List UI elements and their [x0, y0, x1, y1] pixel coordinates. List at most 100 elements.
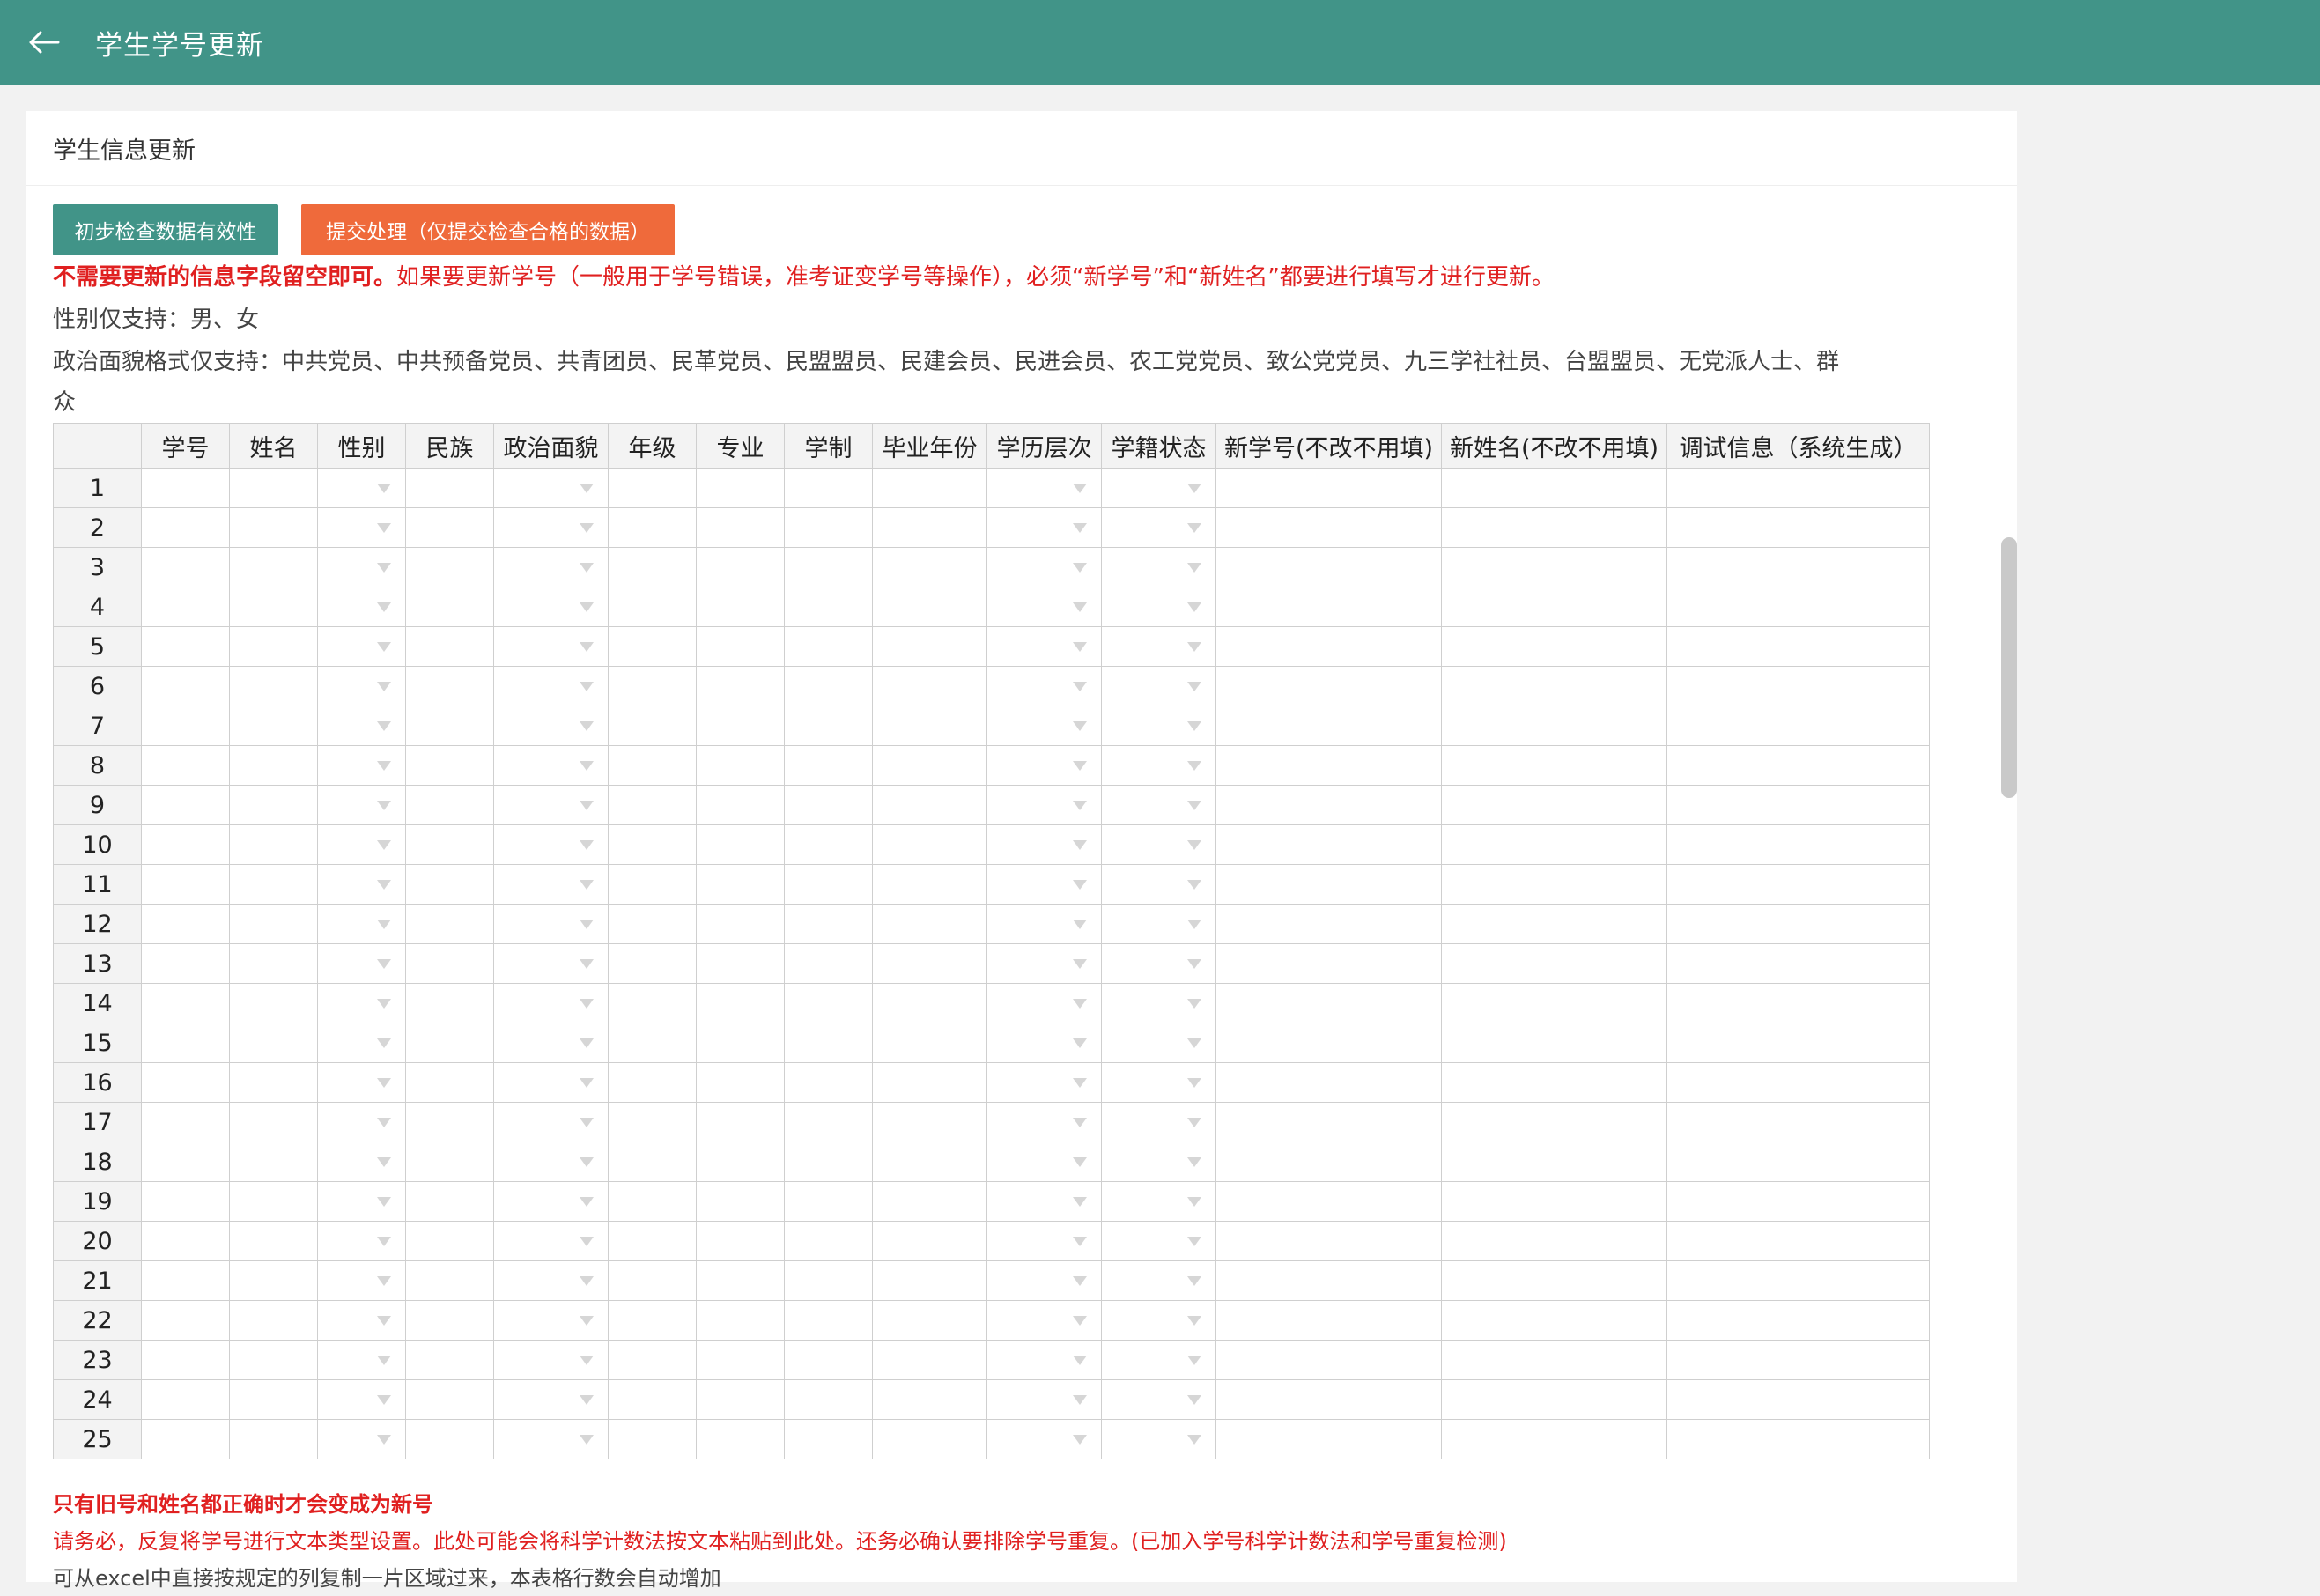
dropdown-arrow-icon[interactable]	[1073, 959, 1087, 969]
table-cell[interactable]	[1666, 864, 1930, 905]
dropdown-arrow-icon[interactable]	[1187, 1157, 1201, 1167]
table-cell[interactable]	[405, 785, 494, 825]
table-cell[interactable]	[1215, 904, 1442, 944]
table-cell[interactable]	[608, 706, 697, 746]
table-cell[interactable]	[608, 1023, 697, 1063]
table-cell[interactable]	[784, 1102, 873, 1142]
dropdown-arrow-icon[interactable]	[1073, 920, 1087, 929]
table-cell[interactable]	[1666, 666, 1930, 706]
table-cell[interactable]	[1441, 587, 1667, 627]
dropdown-cell[interactable]	[1101, 468, 1216, 508]
table-cell[interactable]	[405, 1023, 494, 1063]
table-cell[interactable]	[696, 745, 785, 786]
table-cell[interactable]	[696, 1221, 785, 1261]
table-cell[interactable]	[608, 1142, 697, 1182]
dropdown-arrow-icon[interactable]	[1187, 682, 1201, 691]
table-cell[interactable]	[1666, 943, 1930, 984]
dropdown-cell[interactable]	[317, 983, 406, 1023]
table-cell[interactable]	[405, 1340, 494, 1380]
dropdown-arrow-icon[interactable]	[1187, 1038, 1201, 1048]
table-cell[interactable]	[405, 587, 494, 627]
dropdown-cell[interactable]	[986, 1419, 1102, 1459]
row-number[interactable]: 4	[53, 587, 142, 627]
row-number[interactable]: 1	[53, 468, 142, 508]
table-cell[interactable]	[1215, 1181, 1442, 1222]
table-cell[interactable]	[696, 904, 785, 944]
dropdown-arrow-icon[interactable]	[1073, 761, 1087, 771]
dropdown-cell[interactable]	[317, 1260, 406, 1301]
table-cell[interactable]	[1215, 1062, 1442, 1103]
dropdown-cell[interactable]	[1101, 706, 1216, 746]
table-cell[interactable]	[784, 1260, 873, 1301]
row-number[interactable]: 15	[53, 1023, 142, 1063]
row-number[interactable]: 25	[53, 1419, 142, 1459]
row-number[interactable]: 2	[53, 507, 142, 548]
table-cell[interactable]	[229, 1062, 318, 1103]
dropdown-cell[interactable]	[493, 904, 609, 944]
dropdown-arrow-icon[interactable]	[580, 999, 594, 1009]
row-number[interactable]: 8	[53, 745, 142, 786]
dropdown-arrow-icon[interactable]	[580, 1435, 594, 1445]
dropdown-cell[interactable]	[317, 1379, 406, 1420]
dropdown-arrow-icon[interactable]	[377, 840, 391, 850]
dropdown-cell[interactable]	[986, 785, 1102, 825]
table-cell[interactable]	[608, 1260, 697, 1301]
dropdown-cell[interactable]	[317, 1419, 406, 1459]
dropdown-arrow-icon[interactable]	[1073, 1237, 1087, 1246]
dropdown-arrow-icon[interactable]	[1073, 1356, 1087, 1365]
dropdown-arrow-icon[interactable]	[377, 682, 391, 691]
table-cell[interactable]	[608, 1181, 697, 1222]
dropdown-cell[interactable]	[317, 1102, 406, 1142]
validate-button[interactable]: 初步检查数据有效性	[53, 204, 278, 255]
table-cell[interactable]	[696, 1023, 785, 1063]
dropdown-arrow-icon[interactable]	[377, 880, 391, 890]
table-cell[interactable]	[1441, 1419, 1667, 1459]
table-cell[interactable]	[784, 1340, 873, 1380]
table-cell[interactable]	[872, 864, 987, 905]
dropdown-arrow-icon[interactable]	[377, 1237, 391, 1246]
table-cell[interactable]	[1666, 547, 1930, 587]
table-cell[interactable]	[405, 824, 494, 865]
table-cell[interactable]	[872, 1340, 987, 1380]
table-cell[interactable]	[1215, 943, 1442, 984]
table-cell[interactable]	[608, 1379, 697, 1420]
table-cell[interactable]	[1666, 1023, 1930, 1063]
table-cell[interactable]	[784, 507, 873, 548]
table-cell[interactable]	[872, 1142, 987, 1182]
dropdown-arrow-icon[interactable]	[580, 1197, 594, 1207]
dropdown-arrow-icon[interactable]	[377, 761, 391, 771]
dropdown-arrow-icon[interactable]	[1073, 1395, 1087, 1405]
dropdown-cell[interactable]	[1101, 943, 1216, 984]
row-number[interactable]: 7	[53, 706, 142, 746]
dropdown-arrow-icon[interactable]	[1073, 1078, 1087, 1088]
table-cell[interactable]	[1215, 824, 1442, 865]
row-number[interactable]: 9	[53, 785, 142, 825]
table-cell[interactable]	[1666, 1340, 1930, 1380]
table-cell[interactable]	[1666, 468, 1930, 508]
table-cell[interactable]	[608, 587, 697, 627]
table-cell[interactable]	[1441, 1062, 1667, 1103]
dropdown-arrow-icon[interactable]	[1187, 880, 1201, 890]
table-cell[interactable]	[608, 1221, 697, 1261]
dropdown-cell[interactable]	[317, 1300, 406, 1341]
column-header[interactable]: 性别	[317, 423, 406, 469]
vertical-scrollbar[interactable]	[2001, 537, 2017, 798]
dropdown-arrow-icon[interactable]	[580, 523, 594, 533]
dropdown-arrow-icon[interactable]	[580, 1316, 594, 1326]
table-cell[interactable]	[608, 547, 697, 587]
dropdown-cell[interactable]	[1101, 864, 1216, 905]
dropdown-cell[interactable]	[493, 468, 609, 508]
table-cell[interactable]	[784, 745, 873, 786]
table-cell[interactable]	[1215, 983, 1442, 1023]
column-header[interactable]: 专业	[696, 423, 785, 469]
table-cell[interactable]	[696, 824, 785, 865]
table-cell[interactable]	[141, 706, 230, 746]
dropdown-cell[interactable]	[493, 1062, 609, 1103]
dropdown-arrow-icon[interactable]	[580, 840, 594, 850]
dropdown-cell[interactable]	[317, 507, 406, 548]
table-cell[interactable]	[784, 706, 873, 746]
table-cell[interactable]	[608, 666, 697, 706]
table-cell[interactable]	[141, 1260, 230, 1301]
table-cell[interactable]	[608, 1102, 697, 1142]
table-cell[interactable]	[405, 904, 494, 944]
